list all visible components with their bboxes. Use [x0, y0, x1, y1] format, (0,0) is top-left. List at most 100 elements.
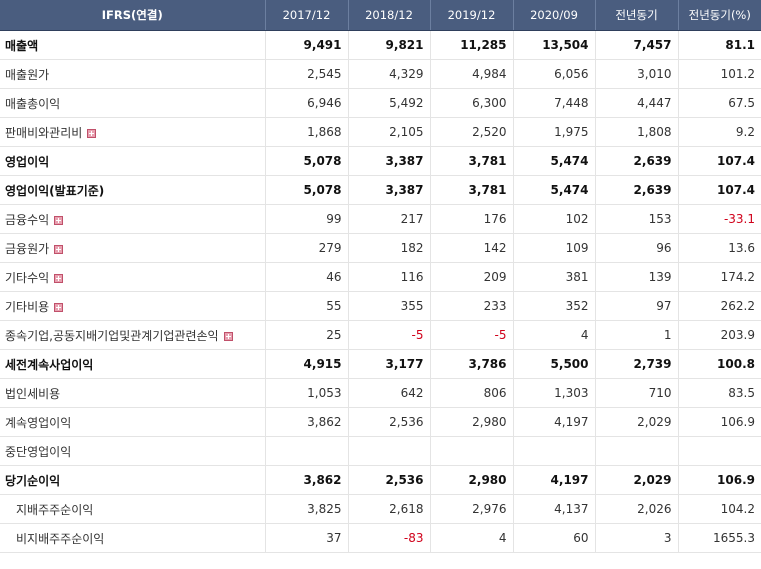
value-cell: 2,029 [595, 465, 679, 495]
value-cell: -83 [348, 523, 431, 553]
value-cell: 1,808 [595, 117, 679, 147]
table-row: 중단영업이익 [0, 436, 761, 466]
value-cell: 7,457 [595, 30, 679, 60]
row-label-cell: 중단영업이익 [0, 436, 266, 466]
value-cell: 46 [265, 262, 349, 292]
value-cell: 4,197 [513, 465, 596, 495]
header-ifrs-label: IFRS(연결) [0, 0, 266, 31]
row-label: 영업이익 [5, 154, 50, 169]
row-label-cell[interactable]: 금융수익 [0, 204, 266, 234]
value-cell: 2,976 [430, 494, 514, 524]
value-cell: -33.1 [678, 204, 761, 234]
header-prev-period: 전년동기 [595, 0, 679, 31]
value-cell: 13.6 [678, 233, 761, 263]
row-label-cell: 매출총이익 [0, 88, 266, 118]
value-cell: 4,137 [513, 494, 596, 524]
value-cell: 381 [513, 262, 596, 292]
row-label-cell: 매출액 [0, 30, 266, 60]
value-cell: 5,500 [513, 349, 596, 379]
value-cell: 2,980 [430, 465, 514, 495]
table-row: 기타비용 55 355 233 352 97 262.2 [0, 291, 761, 321]
value-cell: 233 [430, 291, 514, 321]
row-label-cell: 세전계속사업이익 [0, 349, 266, 379]
value-cell: 142 [430, 233, 514, 263]
table-row: 매출액 9,491 9,821 11,285 13,504 7,457 81.1 [0, 30, 761, 60]
plus-box-icon[interactable] [223, 331, 233, 341]
value-cell: 96 [595, 233, 679, 263]
value-cell: 3,862 [265, 465, 349, 495]
header-2017-12: 2017/12 [265, 0, 349, 31]
value-cell: 642 [348, 378, 431, 408]
value-cell: 25 [265, 320, 349, 350]
value-cell: 3,862 [265, 407, 349, 437]
value-cell: 352 [513, 291, 596, 321]
value-cell: 262.2 [678, 291, 761, 321]
row-label-cell[interactable]: 종속기업,공동지배기업및관계기업관련손익 [0, 320, 266, 350]
value-cell: 2,618 [348, 494, 431, 524]
row-label-cell[interactable]: 기타비용 [0, 291, 266, 321]
value-cell: 1,868 [265, 117, 349, 147]
value-cell: 3,825 [265, 494, 349, 524]
value-cell: 6,056 [513, 59, 596, 89]
plus-box-icon[interactable] [54, 244, 64, 254]
value-cell: 217 [348, 204, 431, 234]
table-row: 매출원가 2,545 4,329 4,984 6,056 3,010 101.2 [0, 59, 761, 89]
value-cell: 3 [595, 523, 679, 553]
value-cell: 2,545 [265, 59, 349, 89]
header-prev-period-pct: 전년동기(%) [678, 0, 761, 31]
value-cell: 99 [265, 204, 349, 234]
value-cell: 4,329 [348, 59, 431, 89]
value-cell: 176 [430, 204, 514, 234]
value-cell: 153 [595, 204, 679, 234]
row-label: 영업이익(발표기준) [5, 183, 105, 198]
row-label: 금융수익 [5, 212, 50, 227]
value-cell [265, 436, 349, 466]
row-label-cell: 법인세비용 [0, 378, 266, 408]
plus-box-icon[interactable] [54, 302, 64, 312]
row-label: 계속영업이익 [5, 415, 72, 430]
row-label: 당기순이익 [5, 473, 61, 488]
value-cell: 2,520 [430, 117, 514, 147]
value-cell: 710 [595, 378, 679, 408]
row-label-cell[interactable]: 기타수익 [0, 262, 266, 292]
row-label-cell[interactable]: 판매비와관리비 [0, 117, 266, 147]
table-row: 매출총이익 6,946 5,492 6,300 7,448 4,447 67.5 [0, 88, 761, 118]
value-cell: 5,492 [348, 88, 431, 118]
value-cell: 2,639 [595, 175, 679, 205]
value-cell: 11,285 [430, 30, 514, 60]
value-cell: 4 [513, 320, 596, 350]
value-cell: -5 [348, 320, 431, 350]
value-cell: 13,504 [513, 30, 596, 60]
value-cell: 4,984 [430, 59, 514, 89]
table-row: 당기순이익 3,862 2,536 2,980 4,197 2,029 106.9 [0, 465, 761, 495]
value-cell: 3,786 [430, 349, 514, 379]
plus-box-icon[interactable] [87, 128, 97, 138]
value-cell: 174.2 [678, 262, 761, 292]
value-cell [678, 436, 761, 466]
table-row: 비지배주주순이익 37 -83 4 60 3 1655.3 [0, 523, 761, 553]
value-cell: 107.4 [678, 146, 761, 176]
header-2018-12: 2018/12 [348, 0, 431, 31]
value-cell [595, 436, 679, 466]
value-cell: 1655.3 [678, 523, 761, 553]
value-cell [513, 436, 596, 466]
table-row: 법인세비용 1,053 642 806 1,303 710 83.5 [0, 378, 761, 408]
table-row: 금융원가 279 182 142 109 96 13.6 [0, 233, 761, 263]
value-cell: 6,300 [430, 88, 514, 118]
row-label: 중단영업이익 [5, 444, 72, 459]
row-label-cell: 비지배주주순이익 [0, 523, 266, 553]
value-cell: -5 [430, 320, 514, 350]
value-cell: 1 [595, 320, 679, 350]
plus-box-icon[interactable] [54, 273, 64, 283]
table-row: 세전계속사업이익 4,915 3,177 3,786 5,500 2,739 100.8 [0, 349, 761, 379]
value-cell: 55 [265, 291, 349, 321]
value-cell [430, 436, 514, 466]
table-row: 영업이익 5,078 3,387 3,781 5,474 2,639 107.4 [0, 146, 761, 176]
value-cell: 60 [513, 523, 596, 553]
value-cell: 5,474 [513, 175, 596, 205]
plus-box-icon[interactable] [54, 215, 64, 225]
row-label-cell[interactable]: 금융원가 [0, 233, 266, 263]
header-2020-09: 2020/09 [513, 0, 596, 31]
value-cell: 1,975 [513, 117, 596, 147]
value-cell: 37 [265, 523, 349, 553]
